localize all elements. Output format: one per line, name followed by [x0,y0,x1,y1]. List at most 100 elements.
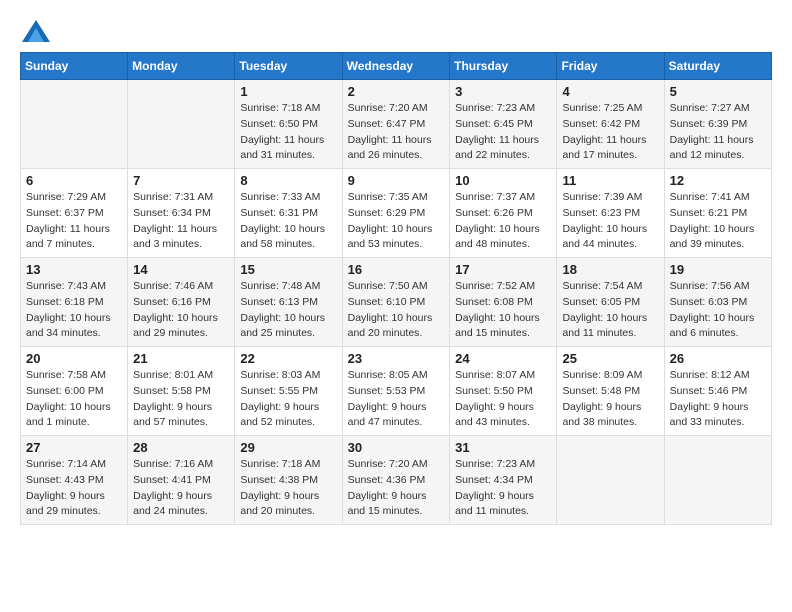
calendar-cell: 19 Sunrise: 7:56 AMSunset: 6:03 PMDayligh… [664,258,771,347]
calendar-cell: 24 Sunrise: 8:07 AMSunset: 5:50 PMDayligh… [450,347,557,436]
day-detail: Sunrise: 7:20 AMSunset: 4:36 PMDaylight:… [348,457,445,520]
day-detail: Sunrise: 7:54 AMSunset: 6:05 PMDaylight:… [562,279,658,342]
day-number: 8 [240,173,336,188]
day-detail: Sunrise: 7:23 AMSunset: 4:34 PMDaylight:… [455,457,551,520]
day-detail: Sunrise: 7:14 AMSunset: 4:43 PMDaylight:… [26,457,122,520]
calendar-cell: 5 Sunrise: 7:27 AMSunset: 6:39 PMDaylight… [664,80,771,169]
day-detail: Sunrise: 7:29 AMSunset: 6:37 PMDaylight:… [26,190,122,253]
day-number: 25 [562,351,658,366]
calendar-cell: 23 Sunrise: 8:05 AMSunset: 5:53 PMDayligh… [342,347,450,436]
calendar-cell: 7 Sunrise: 7:31 AMSunset: 6:34 PMDaylight… [128,169,235,258]
weekday-header-wednesday: Wednesday [342,53,450,80]
day-detail: Sunrise: 7:43 AMSunset: 6:18 PMDaylight:… [26,279,122,342]
calendar-cell: 31 Sunrise: 7:23 AMSunset: 4:34 PMDayligh… [450,436,557,525]
day-detail: Sunrise: 7:52 AMSunset: 6:08 PMDaylight:… [455,279,551,342]
calendar-cell [21,80,128,169]
calendar-cell: 25 Sunrise: 8:09 AMSunset: 5:48 PMDayligh… [557,347,664,436]
day-number: 22 [240,351,336,366]
day-number: 17 [455,262,551,277]
day-number: 6 [26,173,122,188]
calendar-cell: 28 Sunrise: 7:16 AMSunset: 4:41 PMDayligh… [128,436,235,525]
calendar-cell: 27Sunrise: 7:14 AMSunset: 4:43 PMDayligh… [21,436,128,525]
day-detail: Sunrise: 7:33 AMSunset: 6:31 PMDaylight:… [240,190,336,253]
day-detail: Sunrise: 7:18 AMSunset: 4:38 PMDaylight:… [240,457,336,520]
day-number: 30 [348,440,445,455]
logo-icon [22,20,50,42]
day-detail: Sunrise: 7:39 AMSunset: 6:23 PMDaylight:… [562,190,658,253]
day-number: 7 [133,173,229,188]
calendar-cell: 16 Sunrise: 7:50 AMSunset: 6:10 PMDayligh… [342,258,450,347]
day-detail: Sunrise: 7:27 AMSunset: 6:39 PMDaylight:… [670,101,766,164]
day-number: 4 [562,84,658,99]
calendar-cell: 9 Sunrise: 7:35 AMSunset: 6:29 PMDaylight… [342,169,450,258]
day-detail: Sunrise: 8:07 AMSunset: 5:50 PMDaylight:… [455,368,551,431]
calendar-cell: 13Sunrise: 7:43 AMSunset: 6:18 PMDayligh… [21,258,128,347]
day-detail: Sunrise: 7:31 AMSunset: 6:34 PMDaylight:… [133,190,229,253]
logo [20,20,50,42]
day-number: 16 [348,262,445,277]
day-detail: Sunrise: 7:23 AMSunset: 6:45 PMDaylight:… [455,101,551,164]
day-detail: Sunrise: 7:56 AMSunset: 6:03 PMDaylight:… [670,279,766,342]
calendar-cell: 3 Sunrise: 7:23 AMSunset: 6:45 PMDaylight… [450,80,557,169]
weekday-header-sunday: Sunday [21,53,128,80]
calendar-cell: 22Sunrise: 8:03 AMSunset: 5:55 PMDayligh… [235,347,342,436]
calendar-table: SundayMondayTuesdayWednesdayThursdayFrid… [20,52,772,525]
day-number: 5 [670,84,766,99]
calendar-cell [664,436,771,525]
day-number: 20 [26,351,122,366]
day-detail: Sunrise: 8:05 AMSunset: 5:53 PMDaylight:… [348,368,445,431]
day-number: 12 [670,173,766,188]
weekday-header-monday: Monday [128,53,235,80]
calendar-cell: 18 Sunrise: 7:54 AMSunset: 6:05 PMDayligh… [557,258,664,347]
calendar-cell [557,436,664,525]
calendar-cell: 6 Sunrise: 7:29 AMSunset: 6:37 PMDaylight… [21,169,128,258]
calendar-cell [128,80,235,169]
day-detail: Sunrise: 7:16 AMSunset: 4:41 PMDaylight:… [133,457,229,520]
day-number: 1 [240,84,336,99]
calendar-cell: 10Sunrise: 7:37 AMSunset: 6:26 PMDayligh… [450,169,557,258]
calendar-cell: 11 Sunrise: 7:39 AMSunset: 6:23 PMDayligh… [557,169,664,258]
calendar-cell: 30 Sunrise: 7:20 AMSunset: 4:36 PMDayligh… [342,436,450,525]
day-detail: Sunrise: 8:12 AMSunset: 5:46 PMDaylight:… [670,368,766,431]
calendar-cell: 12 Sunrise: 7:41 AMSunset: 6:21 PMDayligh… [664,169,771,258]
day-number: 11 [562,173,658,188]
day-number: 29 [240,440,336,455]
day-detail: Sunrise: 7:20 AMSunset: 6:47 PMDaylight:… [348,101,445,164]
day-detail: Sunrise: 7:58 AMSunset: 6:00 PMDaylight:… [26,368,122,431]
day-number: 18 [562,262,658,277]
day-number: 31 [455,440,551,455]
day-number: 10 [455,173,551,188]
day-number: 21 [133,351,229,366]
calendar-cell: 14 Sunrise: 7:46 AMSunset: 6:16 PMDayligh… [128,258,235,347]
calendar-cell: 20 Sunrise: 7:58 AMSunset: 6:00 PMDayligh… [21,347,128,436]
day-number: 28 [133,440,229,455]
day-number: 19 [670,262,766,277]
calendar-cell: 4 Sunrise: 7:25 AMSunset: 6:42 PMDaylight… [557,80,664,169]
day-detail: Sunrise: 7:18 AMSunset: 6:50 PMDaylight:… [240,101,336,164]
day-number: 3 [455,84,551,99]
day-detail: Sunrise: 8:01 AMSunset: 5:58 PMDaylight:… [133,368,229,431]
day-detail: Sunrise: 7:41 AMSunset: 6:21 PMDaylight:… [670,190,766,253]
day-number: 15 [240,262,336,277]
calendar-cell: 1 Sunrise: 7:18 AMSunset: 6:50 PMDaylight… [235,80,342,169]
calendar-cell: 17 Sunrise: 7:52 AMSunset: 6:08 PMDayligh… [450,258,557,347]
day-detail: Sunrise: 7:35 AMSunset: 6:29 PMDaylight:… [348,190,445,253]
day-detail: Sunrise: 7:48 AMSunset: 6:13 PMDaylight:… [240,279,336,342]
day-number: 23 [348,351,445,366]
calendar-cell: 29 Sunrise: 7:18 AMSunset: 4:38 PMDayligh… [235,436,342,525]
weekday-header-saturday: Saturday [664,53,771,80]
day-detail: Sunrise: 7:46 AMSunset: 6:16 PMDaylight:… [133,279,229,342]
weekday-header-tuesday: Tuesday [235,53,342,80]
day-number: 14 [133,262,229,277]
day-number: 24 [455,351,551,366]
day-number: 9 [348,173,445,188]
calendar-cell: 26 Sunrise: 8:12 AMSunset: 5:46 PMDayligh… [664,347,771,436]
day-detail: Sunrise: 8:09 AMSunset: 5:48 PMDaylight:… [562,368,658,431]
page-header [20,20,772,42]
day-detail: Sunrise: 7:25 AMSunset: 6:42 PMDaylight:… [562,101,658,164]
calendar-cell: 15 Sunrise: 7:48 AMSunset: 6:13 PMDayligh… [235,258,342,347]
weekday-header-friday: Friday [557,53,664,80]
day-number: 26 [670,351,766,366]
day-detail: Sunrise: 7:50 AMSunset: 6:10 PMDaylight:… [348,279,445,342]
calendar-cell: 21 Sunrise: 8:01 AMSunset: 5:58 PMDayligh… [128,347,235,436]
